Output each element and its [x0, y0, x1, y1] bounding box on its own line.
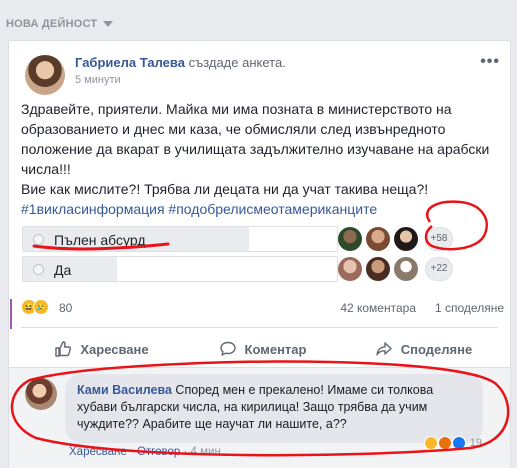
post-stats: 😆 😢 80 42 коментара 1 споделяне: [21, 299, 504, 319]
reaction-icons[interactable]: 😆 😢: [21, 299, 49, 315]
comment-like-link[interactable]: Харесване: [69, 446, 127, 458]
voter-avatar[interactable]: [394, 227, 418, 251]
poll-option-2[interactable]: Да: [22, 256, 338, 282]
poll-option-label: Да: [54, 262, 72, 278]
separator: ·: [183, 446, 191, 458]
comment-bubble-icon: [219, 341, 236, 356]
comment-reactions[interactable]: 19: [423, 436, 482, 450]
post-timestamp[interactable]: 5 минути: [75, 74, 121, 86]
comment-reply-link[interactable]: Отговор: [137, 446, 180, 458]
post-header: Габриела Талева създаде анкета.: [75, 55, 286, 70]
more-voters-badge[interactable]: +22: [425, 257, 453, 281]
thumbs-up-icon: [55, 341, 72, 357]
share-arrow-icon: [376, 342, 392, 356]
section-header[interactable]: НОВА ДЕЙНОСТ: [6, 18, 114, 30]
sad-reaction-icon: 😢: [33, 299, 49, 315]
shares-count[interactable]: 1 споделяне: [435, 301, 504, 315]
more-options-icon[interactable]: •••: [480, 53, 500, 71]
share-label: Споделяне: [400, 341, 473, 357]
post-card: Габриела Талева създаде анкета. 5 минути…: [8, 40, 511, 468]
like-label: Харесване: [80, 341, 149, 357]
voter-avatar[interactable]: [394, 257, 418, 281]
share-button[interactable]: Споделяне: [343, 335, 504, 363]
reactions-count[interactable]: 80: [59, 301, 72, 315]
comment-label: Коментар: [244, 341, 307, 357]
comment-reactions-count: 19: [469, 437, 482, 449]
post-text-line: числа!!!: [21, 161, 71, 177]
post-body: Здравейте, приятели. Майка ми има познат…: [21, 99, 506, 219]
post-actions: Харесване Коментар Споделяне: [21, 335, 504, 363]
divider: [21, 327, 498, 328]
voter-avatar[interactable]: [338, 227, 362, 251]
angry-reaction-icon: [437, 436, 452, 450]
poll-option-1[interactable]: Пълен абсурд: [22, 226, 338, 252]
section-title: НОВА ДЕЙНОСТ: [6, 18, 98, 30]
voter-avatar[interactable]: [366, 227, 390, 251]
separator: ·: [129, 446, 137, 458]
post-text-line: образованието и днес ми каза, че обмисля…: [21, 121, 446, 137]
commenter-name[interactable]: Ками Василева: [77, 383, 172, 397]
comment-bubble: Ками Василева Според мен е прекалено! Им…: [65, 374, 483, 443]
poll-radio[interactable]: [33, 264, 44, 275]
comments-section: Ками Василева Според мен е прекалено! Им…: [9, 367, 510, 468]
more-voters-badge[interactable]: +58: [425, 227, 453, 251]
post-hashtags[interactable]: #1викласинформация #подобрелисмеотамерик…: [21, 199, 506, 219]
like-reaction-icon: [451, 436, 466, 450]
voter-avatar[interactable]: [338, 257, 362, 281]
post-text-line: Здравейте, приятели. Майка ми има познат…: [21, 101, 452, 117]
author-name[interactable]: Габриела Талева: [75, 55, 185, 70]
commenter-avatar[interactable]: [25, 378, 57, 410]
comment-button[interactable]: Коментар: [182, 335, 343, 363]
poll-radio[interactable]: [33, 234, 44, 245]
post-text-line: положение да вкарат в училищата задължит…: [21, 141, 490, 157]
haha-reaction-icon: [423, 436, 438, 450]
author-avatar[interactable]: [25, 55, 65, 95]
poll-option-label: Пълен абсурд: [54, 232, 146, 248]
accent-bar: [10, 299, 12, 329]
chevron-down-icon[interactable]: [103, 21, 114, 27]
author-action: създаде анкета.: [188, 55, 286, 70]
voter-avatar[interactable]: [366, 257, 390, 281]
comment-time[interactable]: 4 мин.: [191, 446, 224, 458]
comment-links: Харесване · Отговор · 4 мин.: [69, 446, 224, 458]
like-button[interactable]: Харесване: [21, 335, 182, 363]
post-text-line: Вие как мислите?! Трябва ли децата ни да…: [21, 181, 429, 197]
comments-count[interactable]: 42 коментара: [340, 301, 416, 315]
